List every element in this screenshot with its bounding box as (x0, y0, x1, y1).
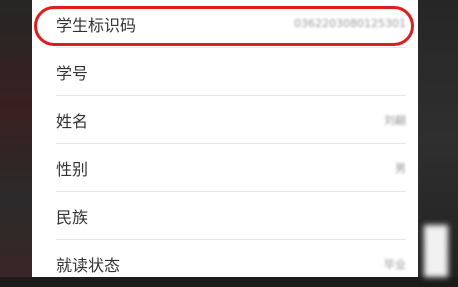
row-value: 毕业 (384, 257, 406, 271)
background-left (0, 0, 32, 277)
background-right (418, 0, 458, 277)
row-label: 民族 (56, 207, 89, 227)
row-student-id-code[interactable]: 学生标识码 0362203080125301 (32, 0, 418, 47)
row-label: 就读状态 (56, 255, 121, 275)
row-value: 刘翩 (384, 113, 406, 127)
row-label: 性别 (56, 159, 89, 179)
row-label: 姓名 (56, 111, 89, 131)
row-value: 0362203080125301 (294, 17, 406, 30)
row-label: 学号 (56, 63, 89, 83)
row-gender[interactable]: 性别 男 (32, 144, 418, 191)
row-label: 学生标识码 (56, 15, 137, 35)
row-ethnicity[interactable]: 民族 (32, 192, 418, 239)
row-enrollment-status[interactable]: 就读状态 毕业 (32, 240, 418, 287)
row-student-number[interactable]: 学号 (32, 48, 418, 95)
student-info-panel: 学生标识码 0362203080125301 学号 姓名 刘翩 性别 男 民族 … (32, 0, 418, 277)
row-value: 男 (395, 161, 406, 175)
row-name[interactable]: 姓名 刘翩 (32, 96, 418, 143)
